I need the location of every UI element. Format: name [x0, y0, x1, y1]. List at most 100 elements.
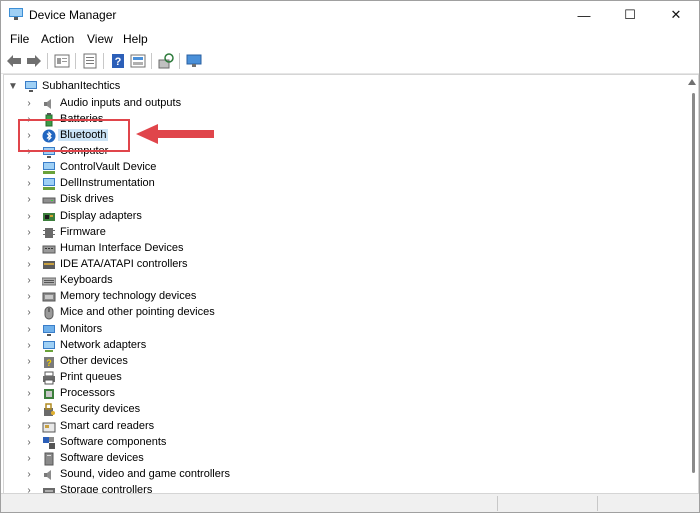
tree-item-disk-drives[interactable]: › Disk drives	[4, 192, 664, 208]
tree-item-label: Processors	[60, 387, 116, 400]
tree-item-label: ControlVault Device	[60, 161, 157, 174]
update-driver-icon[interactable]	[81, 52, 99, 70]
chevron-right-icon[interactable]: ›	[24, 210, 34, 224]
memory-icon	[42, 292, 56, 302]
chevron-right-icon[interactable]: ›	[24, 355, 34, 369]
computer-root-icon	[25, 81, 37, 92]
tree-item-label: Firmware	[60, 225, 106, 238]
tree-item-smart-card-readers[interactable]: › Smart card readers	[4, 419, 664, 435]
tree-item-label: Monitors	[60, 322, 103, 335]
chevron-right-icon[interactable]: ›	[24, 242, 34, 256]
chevron-right-icon[interactable]: ›	[24, 371, 34, 385]
chevron-right-icon[interactable]: ›	[24, 177, 34, 191]
tree-item-network-adapters[interactable]: › Network adapters	[4, 338, 664, 354]
chevron-right-icon[interactable]: ›	[24, 420, 34, 434]
back-icon[interactable]	[5, 52, 23, 70]
chevron-right-icon[interactable]: ›	[24, 468, 34, 482]
svg-text:?: ?	[115, 56, 122, 68]
toolbar-separator	[75, 53, 76, 69]
firmware-icon	[43, 227, 55, 238]
tree-root-label: SubhanItechtics	[42, 80, 121, 92]
tree-item-other-devices[interactable]: ›? Other devices	[4, 354, 664, 370]
tree-item-label: Audio inputs and outputs	[60, 96, 182, 109]
keyboard-icon	[42, 277, 56, 286]
tree-item-keyboards[interactable]: › Keyboards	[4, 273, 664, 289]
tree-item-label: Mice and other pointing devices	[60, 306, 215, 319]
menu-action[interactable]: Action	[41, 32, 74, 46]
display-adapter-icon	[43, 212, 55, 221]
menu-view[interactable]: View	[87, 32, 113, 46]
status-divider	[497, 496, 498, 511]
tree-item-display-adapters[interactable]: › Display adapters	[4, 209, 664, 225]
chevron-right-icon[interactable]: ›	[24, 339, 34, 353]
device-manager-icon	[9, 8, 23, 20]
tree-item-label: Smart card readers	[60, 419, 155, 432]
toolbar-separator	[103, 53, 104, 69]
tree-item-ide-ata-atapi-controllers[interactable]: › IDE ATA/ATAPI controllers	[4, 257, 664, 273]
menu-file[interactable]: File	[10, 32, 29, 46]
chevron-right-icon[interactable]: ›	[24, 193, 34, 207]
help-icon[interactable]: ?	[109, 52, 127, 70]
speaker-icon	[44, 469, 51, 480]
chevron-right-icon[interactable]: ›	[24, 97, 34, 111]
network-device-icon	[43, 162, 55, 175]
title-bar: Device Manager — ☐ ✕	[1, 1, 699, 29]
monitor-icon[interactable]	[185, 52, 203, 70]
menu-help[interactable]: Help	[123, 32, 148, 46]
tree-item-audio-inputs-and-outputs[interactable]: › Audio inputs and outputs	[4, 96, 664, 112]
scan-hardware-icon[interactable]	[157, 52, 175, 70]
toolbar: ?	[1, 49, 699, 74]
chevron-right-icon[interactable]: ›	[24, 306, 34, 320]
tree-root[interactable]: ▼ SubhanItechtics	[4, 79, 664, 95]
chevron-right-icon[interactable]: ›	[24, 258, 34, 272]
tree-item-label: Software components	[60, 435, 167, 448]
tree-item-label: Network adapters	[60, 338, 147, 351]
chevron-right-icon[interactable]: ›	[24, 161, 34, 175]
maximize-button[interactable]: ☐	[607, 1, 653, 29]
unknown-device-icon: ?	[44, 356, 54, 368]
tree-item-monitors[interactable]: › Monitors	[4, 322, 664, 338]
tree-item-processors[interactable]: › Processors	[4, 386, 664, 402]
forward-icon[interactable]	[25, 52, 43, 70]
tree-item-print-queues[interactable]: › Print queues	[4, 370, 664, 386]
tree-item-security-devices[interactable]: › Security devices	[4, 402, 664, 418]
chevron-right-icon[interactable]: ›	[24, 403, 34, 417]
scroll-up-icon[interactable]	[688, 79, 696, 85]
chevron-right-icon[interactable]: ›	[24, 226, 34, 240]
tree-item-software-devices[interactable]: › Software devices	[4, 451, 664, 467]
chevron-right-icon[interactable]: ›	[24, 274, 34, 288]
tree-item-controlvault-device[interactable]: › ControlVault Device	[4, 160, 664, 176]
tree-item-label: DellInstrumentation	[60, 177, 155, 190]
chevron-down-icon[interactable]: ▼	[8, 80, 18, 94]
tree-item-human-interface-devices[interactable]: › Human Interface Devices	[4, 241, 664, 257]
status-bar	[1, 493, 699, 512]
network-adapter-icon	[43, 340, 55, 352]
monitor-icon	[43, 324, 55, 336]
printer-icon	[43, 371, 55, 385]
minimize-button[interactable]: —	[561, 1, 607, 29]
vertical-scrollbar[interactable]	[686, 75, 698, 493]
disk-icon	[42, 197, 56, 204]
properties-icon[interactable]	[53, 52, 71, 70]
hid-icon	[42, 245, 56, 254]
software-component-icon	[43, 436, 55, 449]
tree-item-software-components[interactable]: › Software components	[4, 435, 664, 451]
chevron-right-icon[interactable]: ›	[24, 290, 34, 304]
scrollbar-thumb[interactable]	[692, 93, 695, 473]
speaker-icon	[44, 98, 51, 109]
tree-item-firmware[interactable]: › Firmware	[4, 225, 664, 241]
show-hidden-icon[interactable]	[129, 52, 147, 70]
tree-item-sound-video-and-game-controllers[interactable]: › Sound, video and game controllers	[4, 467, 664, 483]
device-manager-window: Device Manager — ☐ ✕ File Action View He…	[0, 0, 700, 513]
chevron-right-icon[interactable]: ›	[24, 436, 34, 450]
close-button[interactable]: ✕	[653, 1, 699, 29]
smartcard-icon	[42, 422, 56, 432]
ide-icon	[43, 261, 55, 269]
tree-item-memory-technology-devices[interactable]: › Memory technology devices	[4, 289, 664, 305]
tree-item-mice-and-other-pointing-devices[interactable]: › Mice and other pointing devices	[4, 305, 664, 321]
chevron-right-icon[interactable]: ›	[24, 452, 34, 466]
tree-item-dellinstrumentation[interactable]: › DellInstrumentation	[4, 176, 664, 192]
chevron-right-icon[interactable]: ›	[24, 323, 34, 337]
chevron-right-icon[interactable]: ›	[24, 387, 34, 401]
tree-item-label: Memory technology devices	[60, 290, 197, 303]
